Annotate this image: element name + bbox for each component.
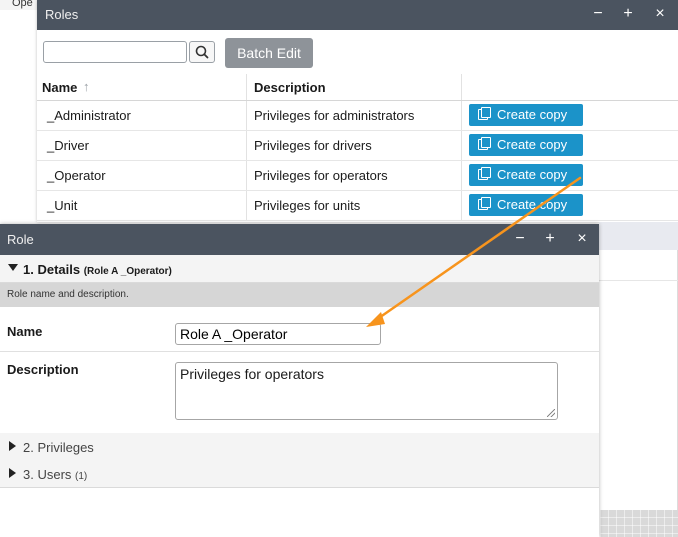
copy-icon-front [481, 167, 491, 178]
table-row[interactable]: _Unit Privileges for units Create copy [37, 191, 678, 221]
background-tab-label[interactable]: Ope [12, 0, 33, 9]
role-description: Privileges for units [254, 198, 361, 213]
role-name: _Unit [47, 198, 78, 213]
copy-icon-front [481, 107, 491, 118]
role-name: _Driver [47, 138, 89, 153]
role-description: Privileges for administrators [254, 108, 415, 123]
section-privileges-label: 2. Privileges [23, 440, 94, 455]
search-input[interactable] [43, 41, 187, 63]
section-hint: Role name and description. [7, 289, 129, 300]
users-count-badge: (1) [75, 471, 88, 482]
role-description-input[interactable]: Privileges for operators [175, 362, 558, 420]
caret-right-icon [9, 468, 16, 478]
copy-icon-front [481, 197, 491, 208]
resize-grip-icon[interactable] [547, 409, 555, 417]
table-row[interactable]: _Driver Privileges for drivers Create co… [37, 131, 678, 161]
create-copy-button[interactable]: Create copy [469, 104, 583, 126]
maximize-icon[interactable]: + [619, 5, 637, 23]
caret-right-icon [9, 441, 16, 451]
create-copy-button[interactable]: Create copy [469, 134, 583, 156]
column-header-name[interactable]: Name [42, 80, 77, 95]
roles-table: Name ↑ Description _Administrator Privil… [37, 74, 678, 221]
sort-ascending-icon[interactable]: ↑ [83, 79, 90, 94]
close-icon[interactable]: × [651, 5, 669, 23]
create-copy-label: Create copy [497, 137, 568, 152]
table-row[interactable]: _Operator Privileges for operators Creat… [37, 161, 678, 191]
role-description: Privileges for operators [254, 168, 388, 183]
field-divider [0, 351, 599, 352]
minimize-icon[interactable]: − [589, 5, 607, 23]
name-label: Name [7, 324, 43, 339]
role-name-input[interactable] [175, 323, 381, 345]
background-map-thumbnail [600, 510, 678, 537]
create-copy-label: Create copy [497, 197, 568, 212]
create-copy-button[interactable]: Create copy [469, 164, 583, 186]
minimize-icon[interactable]: − [511, 230, 529, 248]
section-users-label: 3. Users (1) [23, 467, 87, 482]
table-row[interactable]: _Administrator Privileges for administra… [37, 101, 678, 131]
section-subtitle: (Role A _Operator) [83, 266, 172, 277]
role-dialog-title: Role [7, 232, 34, 247]
role-name: _Operator [47, 168, 106, 183]
section-privileges-header[interactable]: 2. Privileges [0, 433, 599, 461]
selected-row-fragment[interactable] [599, 222, 678, 250]
role-description: Privileges for drivers [254, 138, 372, 153]
copy-icon-front [481, 137, 491, 148]
column-header-description[interactable]: Description [254, 80, 326, 95]
roles-window-title: Roles [45, 7, 79, 22]
search-button[interactable] [189, 41, 215, 63]
batch-edit-button[interactable]: Batch Edit [225, 38, 313, 68]
roles-window: Roles − + × Batch Edit Name ↑ Descriptio… [37, 0, 678, 222]
section-title: 3. Users [23, 467, 72, 482]
description-label: Description [7, 362, 79, 377]
create-copy-label: Create copy [497, 167, 568, 182]
section-users-header[interactable]: 3. Users (1) [0, 460, 599, 488]
role-dialog-titlebar[interactable]: Role − + × [0, 224, 599, 255]
role-dialog: Role − + × 1. Details (Role A _Operator)… [0, 224, 599, 537]
close-icon[interactable]: × [573, 230, 591, 248]
table-header: Name ↑ Description [37, 74, 678, 101]
section-details-header[interactable]: 1. Details (Role A _Operator) [0, 255, 599, 283]
roles-window-titlebar[interactable]: Roles − + × [37, 0, 678, 30]
section-title: 1. Details [23, 262, 81, 277]
row-divider [599, 280, 678, 281]
section-hint-bar: Role name and description. [0, 283, 599, 307]
maximize-icon[interactable]: + [541, 230, 559, 248]
create-copy-button[interactable]: Create copy [469, 194, 583, 216]
description-value: Privileges for operators [180, 366, 324, 382]
search-icon [195, 45, 209, 59]
caret-down-icon [8, 264, 18, 271]
section-details-label: 1. Details (Role A _Operator) [23, 262, 172, 277]
create-copy-label: Create copy [497, 107, 568, 122]
role-name: _Administrator [47, 108, 131, 123]
